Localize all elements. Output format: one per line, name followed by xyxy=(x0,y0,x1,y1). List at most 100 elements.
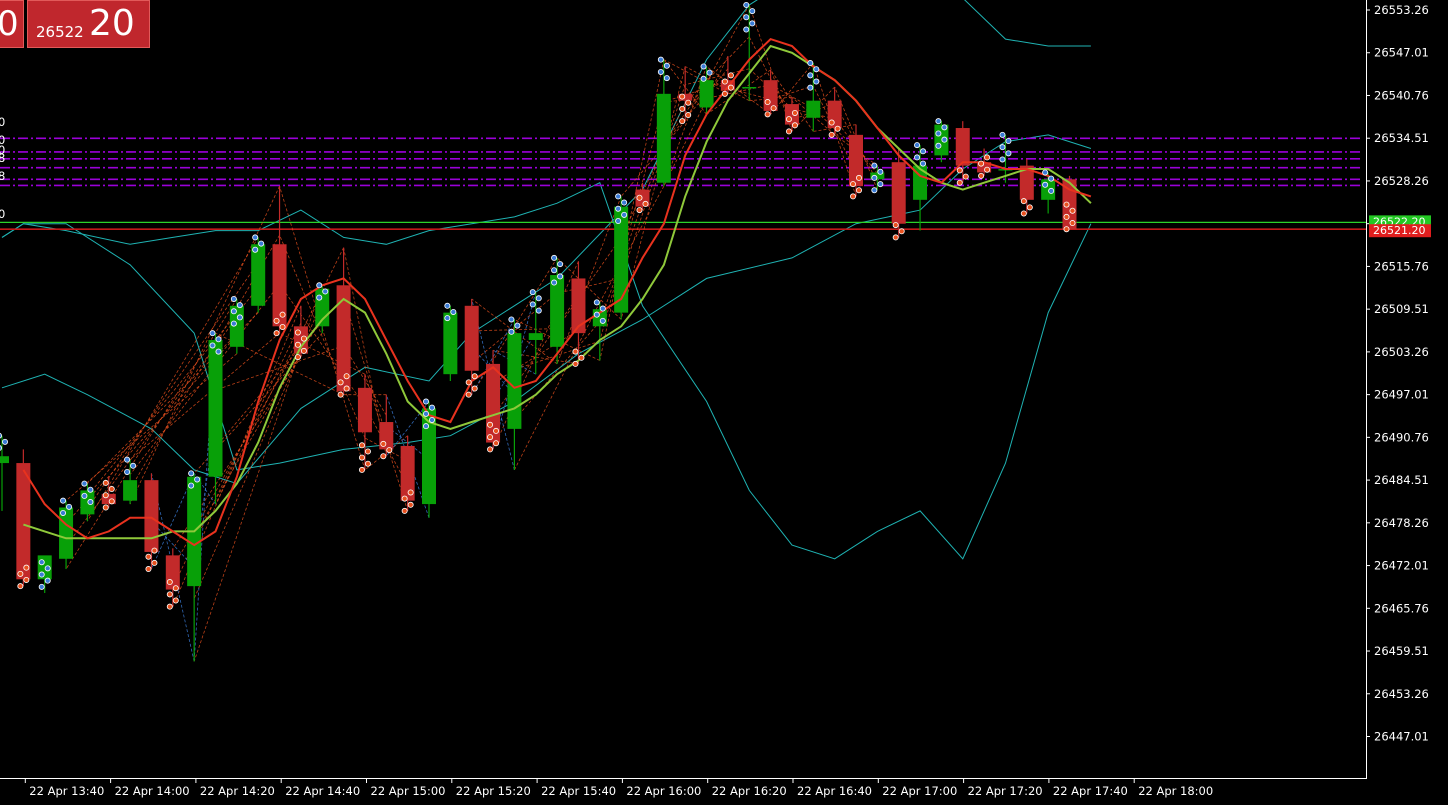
price-tick-label: 26447.01 xyxy=(1374,730,1429,744)
marker-dot xyxy=(615,218,622,225)
marker-dot xyxy=(636,194,643,201)
marker-dot xyxy=(487,421,494,428)
marker-dot xyxy=(236,314,243,321)
marker-dot xyxy=(615,193,622,200)
marker-dot xyxy=(871,162,878,169)
band-upper-line xyxy=(1,0,1091,485)
fan-line xyxy=(599,185,665,303)
marker-dot xyxy=(17,583,24,590)
marker-dot xyxy=(316,282,323,289)
marker-dot xyxy=(791,122,798,129)
candle-body xyxy=(0,456,9,464)
candle xyxy=(571,261,586,364)
candle xyxy=(165,548,180,607)
marker-dot xyxy=(984,154,991,161)
marker-dot xyxy=(0,432,2,439)
marker-dot xyxy=(935,142,942,149)
marker-dot xyxy=(294,354,301,361)
price-chart[interactable]: 26553.26 26547.01 26540.76 26534.51 26528.26… xyxy=(0,0,1448,805)
time-tick-label: 22 Apr 14:00 xyxy=(115,784,190,798)
price-tick-label: 26459.51 xyxy=(1374,644,1429,658)
marker-dot xyxy=(999,131,1006,138)
marker-dot xyxy=(572,348,579,355)
price-box-big: 20 xyxy=(89,3,135,44)
marker-dot xyxy=(700,63,707,70)
marker-dot xyxy=(273,317,280,324)
candle xyxy=(592,302,607,361)
marker-dot xyxy=(920,160,927,167)
candle-body xyxy=(208,339,223,477)
marker-dot xyxy=(914,142,921,149)
marker-dot xyxy=(807,60,814,67)
marker-dot xyxy=(743,1,750,8)
time-tick-label: 22 Apr 14:40 xyxy=(285,784,360,798)
left-edge-label: 0 xyxy=(0,207,5,221)
price-box-left: 0 xyxy=(0,0,24,48)
marker-dot xyxy=(444,302,451,309)
marker-dot xyxy=(380,453,387,460)
candle-body xyxy=(955,128,970,166)
marker-dot xyxy=(2,438,8,445)
marker-dot xyxy=(407,489,414,496)
marker-dot xyxy=(194,476,201,483)
marker-dot xyxy=(108,498,115,505)
marker-dot xyxy=(877,168,884,175)
marker-dot xyxy=(535,307,542,314)
time-axis: 22 Apr 13:40 22 Apr 14:00 22 Apr 14:20 22 A… xyxy=(0,778,1367,805)
marker-dot xyxy=(599,305,606,312)
marker-dot xyxy=(343,385,350,392)
marker-dot xyxy=(749,8,756,15)
fan-line xyxy=(279,234,366,439)
price-tick-label: 26515.76 xyxy=(1374,259,1429,273)
time-tick-label: 22 Apr 13:40 xyxy=(29,784,104,798)
marker-dot xyxy=(209,330,216,337)
current-price-tags: 26522.2026521.20 xyxy=(1369,215,1431,238)
price-tick-label: 26478.26 xyxy=(1374,516,1429,530)
candles xyxy=(0,4,1077,662)
marker-dot xyxy=(721,78,728,85)
marker-dot xyxy=(493,440,500,447)
marker-dot xyxy=(679,118,686,125)
marker-dot xyxy=(935,130,942,137)
fan-line xyxy=(599,143,665,322)
marker-dot xyxy=(813,66,820,73)
marker-dot xyxy=(102,492,109,499)
marker-dot xyxy=(770,105,777,112)
marker-dot xyxy=(465,379,472,386)
candle xyxy=(272,186,287,334)
marker-dot xyxy=(749,20,756,27)
marker-dot xyxy=(850,193,857,200)
left-edge-label: 0 xyxy=(0,115,5,129)
marker-dot xyxy=(358,454,365,461)
bollinger-bands xyxy=(1,0,1092,560)
marker-dot xyxy=(407,501,414,508)
candle-body xyxy=(550,275,565,347)
marker-dot xyxy=(401,495,408,502)
candle-body xyxy=(16,463,31,580)
marker-dot xyxy=(1048,187,1055,194)
marker-dot xyxy=(108,486,115,493)
marker-dot xyxy=(1063,226,1070,233)
marker-dot xyxy=(679,105,686,112)
marker-dot xyxy=(188,482,195,489)
marker-dot xyxy=(593,311,600,318)
marker-dot xyxy=(364,460,371,467)
marker-dot xyxy=(294,329,301,336)
marker-dot xyxy=(727,84,734,91)
price-box-left-digit: 0 xyxy=(0,4,19,44)
marker-dot xyxy=(962,173,969,180)
marker-dot xyxy=(514,322,521,329)
candle-body xyxy=(123,480,138,501)
marker-dot xyxy=(209,342,216,349)
marker-dot xyxy=(124,456,131,463)
marker-dot xyxy=(358,466,365,473)
marker-dot xyxy=(785,128,792,135)
marker-dot xyxy=(300,347,307,354)
marker-dot xyxy=(978,172,985,179)
marker-dot xyxy=(834,125,841,132)
marker-dot xyxy=(535,295,542,302)
time-tick-label: 22 Apr 17:20 xyxy=(968,784,1043,798)
marker-dot xyxy=(81,492,88,499)
marker-dot xyxy=(450,308,457,315)
price-tick-label: 26484.51 xyxy=(1374,473,1429,487)
